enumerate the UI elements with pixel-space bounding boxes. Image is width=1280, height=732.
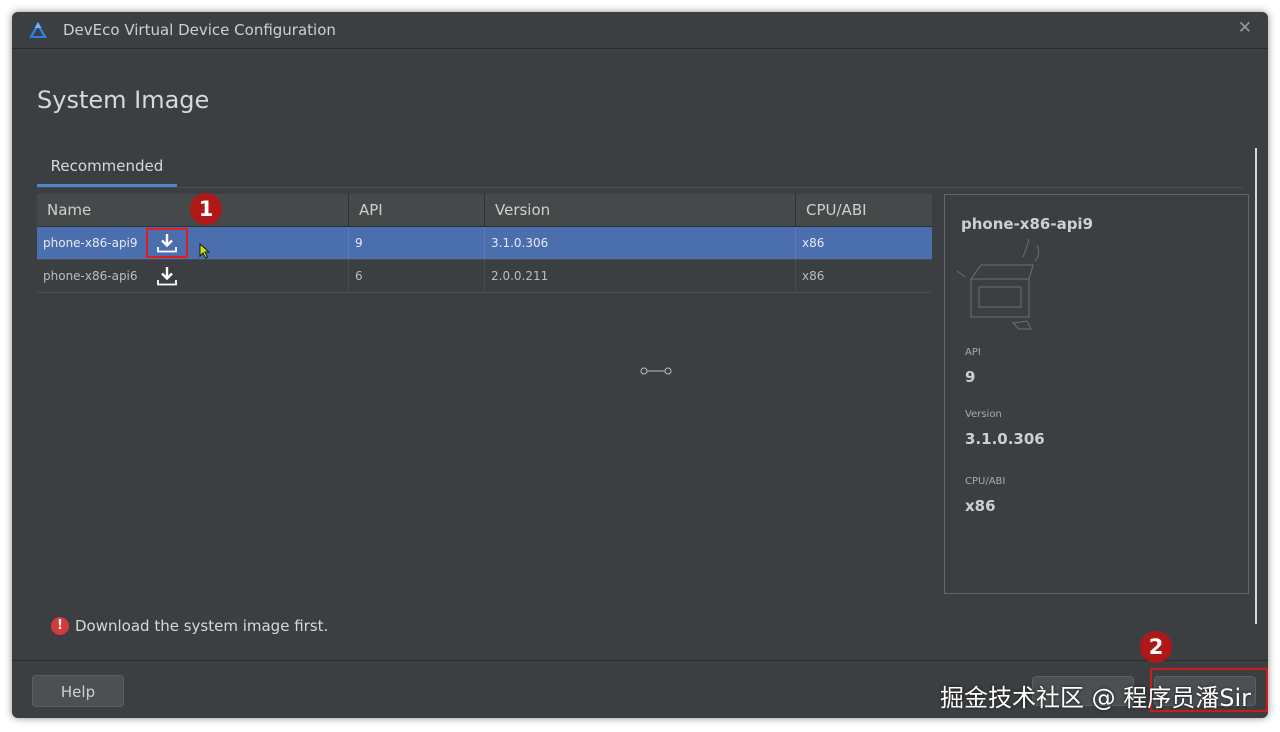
column-header-cpu-abi[interactable]: CPU/ABI bbox=[796, 194, 932, 226]
column-header-version[interactable]: Version bbox=[485, 194, 796, 226]
system-image-table: Name API Version CPU/ABI phone-x86-api9 … bbox=[37, 194, 932, 293]
scrollbar[interactable] bbox=[1255, 148, 1257, 624]
download-button[interactable] bbox=[146, 228, 188, 258]
row-api: 6 bbox=[349, 260, 485, 292]
mouse-cursor-icon bbox=[199, 243, 211, 259]
help-button[interactable]: Help bbox=[32, 675, 124, 707]
row-cpu-abi: x86 bbox=[802, 236, 825, 250]
details-cpu-value: x86 bbox=[965, 497, 996, 515]
status-message-text: Download the system image first. bbox=[75, 617, 329, 635]
download-icon bbox=[157, 267, 177, 286]
splitter-handle-icon[interactable] bbox=[640, 365, 672, 377]
row-name: phone-x86-api6 bbox=[37, 260, 349, 292]
details-cpu-label: CPU/ABI bbox=[965, 476, 1006, 487]
details-version-value: 3.1.0.306 bbox=[965, 430, 1045, 448]
image-details-panel: phone-x86-api9 API 9 Version 3.1.0.306 C… bbox=[944, 194, 1249, 594]
row-version: 2.0.0.211 bbox=[485, 260, 796, 292]
footer-divider bbox=[12, 660, 1268, 661]
details-version-label: Version bbox=[965, 409, 1002, 420]
annotation-badge-2: 2 bbox=[1140, 631, 1172, 663]
details-api-value: 9 bbox=[965, 368, 976, 386]
details-api-label: API bbox=[965, 347, 981, 358]
status-message: ! Download the system image first. bbox=[51, 615, 328, 637]
watermark-text: 掘金技术社区 @ 程序员潘Sir bbox=[940, 684, 1252, 712]
table-header: Name API Version CPU/ABI bbox=[37, 194, 932, 227]
download-button[interactable] bbox=[147, 262, 187, 290]
annotation-badge-1: 1 bbox=[190, 193, 222, 225]
tabs-divider bbox=[37, 187, 1243, 188]
download-icon bbox=[157, 234, 177, 253]
window-title: DevEco Virtual Device Configuration bbox=[63, 21, 336, 39]
row-api: 9 bbox=[349, 227, 485, 259]
close-icon[interactable]: ✕ bbox=[1238, 18, 1252, 38]
table-row[interactable]: phone-x86-api6 6 2.0.0.211 x86 bbox=[37, 260, 932, 293]
column-header-api[interactable]: API bbox=[349, 194, 485, 226]
deveco-logo-icon bbox=[29, 22, 47, 38]
row-cpu-abi: x86 bbox=[802, 269, 825, 283]
row-version: 3.1.0.306 bbox=[485, 227, 796, 259]
empty-box-illustration-icon bbox=[956, 238, 1040, 330]
dialog-window: DevEco Virtual Device Configuration ✕ Sy… bbox=[12, 12, 1268, 718]
details-title: phone-x86-api9 bbox=[961, 215, 1094, 233]
page-title: System Image bbox=[37, 86, 210, 114]
row-name: phone-x86-api9 bbox=[37, 227, 349, 259]
title-bar: DevEco Virtual Device Configuration ✕ bbox=[12, 12, 1268, 49]
table-row[interactable]: phone-x86-api9 9 3.1.0.306 x86 bbox=[37, 227, 932, 260]
error-icon: ! bbox=[51, 617, 69, 635]
